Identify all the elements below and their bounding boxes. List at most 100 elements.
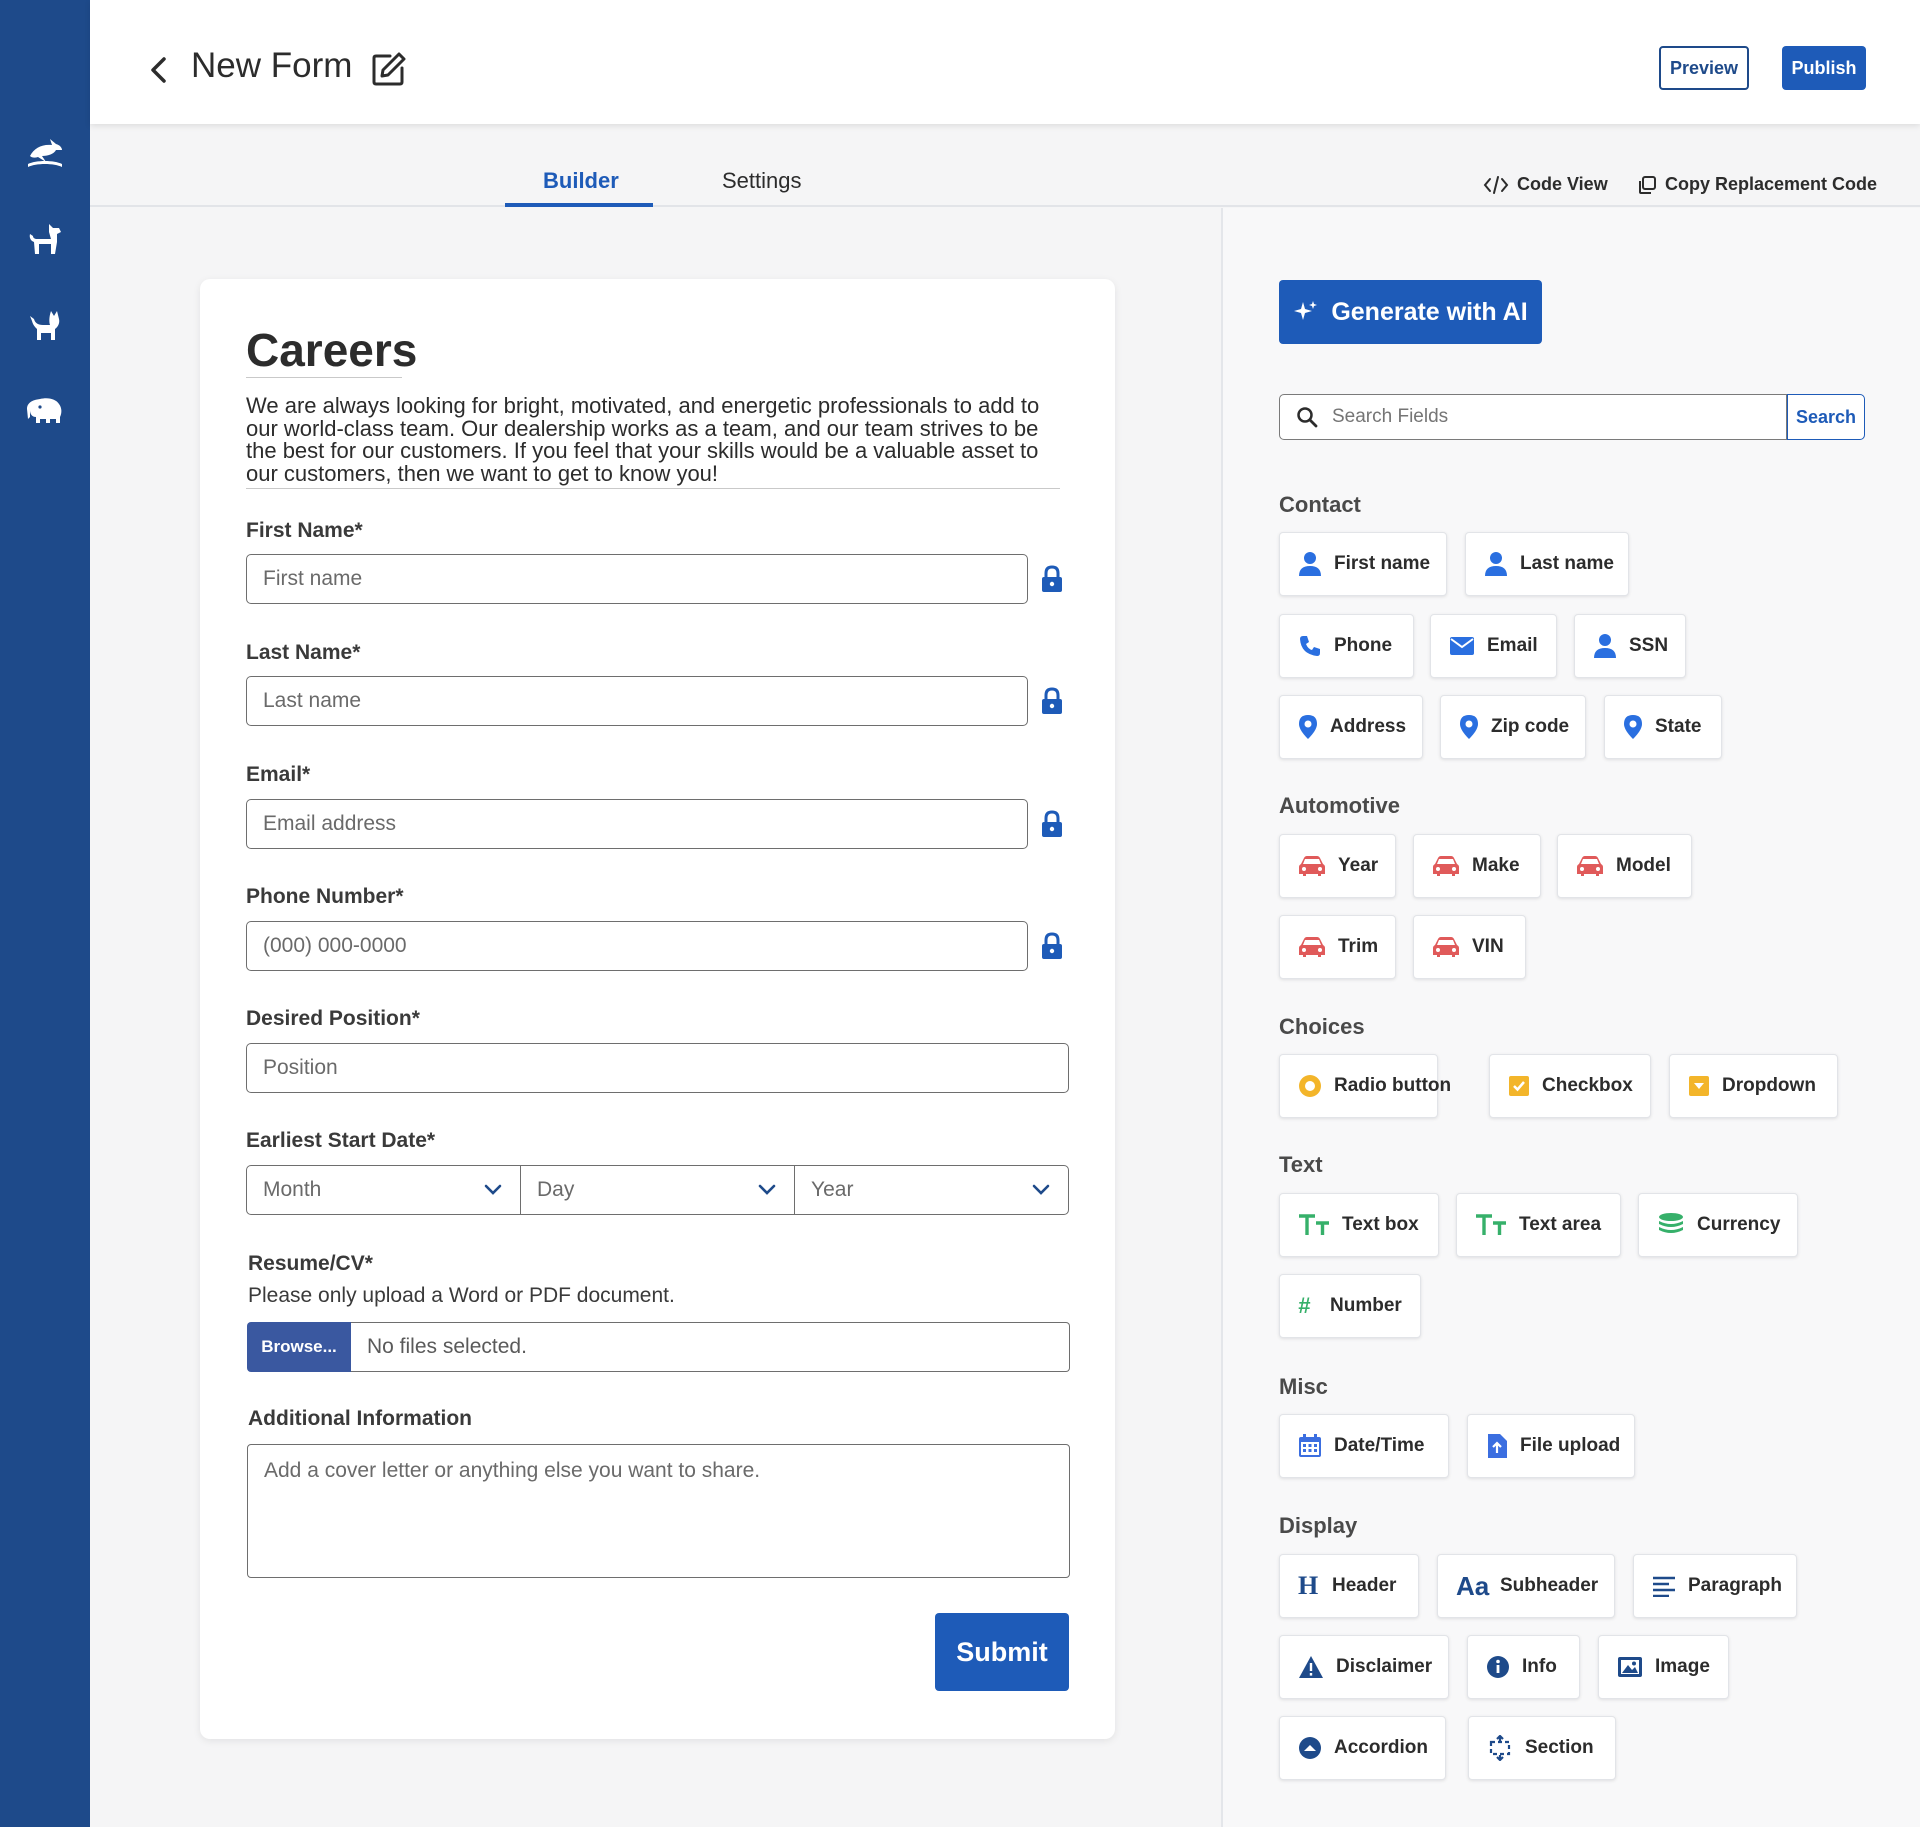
month-select[interactable]: Month bbox=[246, 1165, 521, 1215]
form-heading[interactable]: Careers bbox=[246, 323, 417, 377]
panel-divider bbox=[1221, 208, 1223, 1827]
field-radio-button[interactable]: Radio button bbox=[1279, 1054, 1451, 1118]
accordion-icon bbox=[1299, 1737, 1321, 1759]
preview-button[interactable]: Preview bbox=[1659, 46, 1749, 90]
field-paragraph[interactable]: Paragraph bbox=[1633, 1554, 1797, 1618]
chevron-down-icon bbox=[484, 1184, 502, 1195]
chip-label: Subheader bbox=[1500, 1575, 1599, 1596]
year-select-value: Year bbox=[811, 1178, 854, 1201]
start-date-label: Earliest Start Date* bbox=[246, 1129, 436, 1152]
browse-button[interactable]: Browse... bbox=[247, 1322, 351, 1372]
search-button[interactable]: Search bbox=[1787, 394, 1865, 440]
field-make[interactable]: Make bbox=[1413, 834, 1541, 898]
lock-icon[interactable] bbox=[1039, 809, 1065, 839]
field-ssn[interactable]: SSN bbox=[1574, 614, 1686, 678]
contact-section-title: Contact bbox=[1279, 492, 1361, 517]
back-arrow-icon[interactable] bbox=[142, 50, 174, 90]
field-header[interactable]: H Header bbox=[1279, 1554, 1419, 1618]
lock-icon[interactable] bbox=[1039, 686, 1065, 716]
additional-info-textarea[interactable]: Add a cover letter or anything else you … bbox=[247, 1444, 1070, 1578]
chip-label: VIN bbox=[1472, 936, 1504, 957]
position-input[interactable]: Position bbox=[246, 1043, 1069, 1093]
chip-label: Currency bbox=[1697, 1214, 1781, 1235]
field-last-name[interactable]: Last name bbox=[1465, 532, 1629, 596]
field-subheader[interactable]: Aa Subheader bbox=[1437, 1554, 1615, 1618]
tab-builder[interactable]: Builder bbox=[543, 168, 619, 194]
chip-label: Header bbox=[1332, 1575, 1397, 1596]
field-trim[interactable]: Trim bbox=[1279, 915, 1396, 979]
edit-pencil-icon[interactable] bbox=[370, 50, 410, 90]
chevron-down-icon bbox=[758, 1184, 776, 1195]
map-pin-icon bbox=[1299, 715, 1317, 739]
field-file-upload[interactable]: File upload bbox=[1467, 1414, 1635, 1478]
code-view-label: Code View bbox=[1517, 174, 1608, 194]
car-icon bbox=[1299, 937, 1325, 957]
generate-with-ai-label: Generate with AI bbox=[1331, 297, 1528, 326]
field-address[interactable]: Address bbox=[1279, 695, 1423, 759]
cat-icon[interactable] bbox=[26, 306, 64, 344]
person-icon bbox=[1485, 552, 1507, 576]
generate-with-ai-button[interactable]: Generate with AI bbox=[1279, 280, 1542, 344]
field-checkbox[interactable]: Checkbox bbox=[1489, 1054, 1651, 1118]
car-icon bbox=[1433, 856, 1459, 876]
copy-icon bbox=[1639, 175, 1656, 194]
field-state[interactable]: State bbox=[1604, 695, 1722, 759]
chip-label: SSN bbox=[1629, 635, 1669, 656]
chip-label: Dropdown bbox=[1722, 1075, 1816, 1096]
email-input[interactable]: Email address bbox=[246, 799, 1028, 849]
field-first-name[interactable]: First name bbox=[1279, 532, 1447, 596]
search-icon bbox=[1297, 407, 1318, 428]
field-image[interactable]: Image bbox=[1598, 1635, 1729, 1699]
publish-button[interactable]: Publish bbox=[1782, 46, 1866, 90]
last-name-input[interactable]: Last name bbox=[246, 676, 1028, 726]
search-fields-input[interactable] bbox=[1332, 406, 1732, 428]
chip-label: Text box bbox=[1342, 1214, 1419, 1235]
field-year[interactable]: Year bbox=[1279, 834, 1396, 898]
field-text-box[interactable]: Text box bbox=[1279, 1193, 1439, 1257]
lock-icon[interactable] bbox=[1039, 564, 1065, 594]
year-select[interactable]: Year bbox=[794, 1165, 1069, 1215]
active-tab-indicator bbox=[505, 203, 653, 207]
envelope-icon bbox=[1450, 637, 1474, 655]
field-accordion[interactable]: Accordion bbox=[1279, 1716, 1446, 1780]
field-model[interactable]: Model bbox=[1557, 834, 1692, 898]
file-status: No files selected. bbox=[351, 1322, 1070, 1372]
chip-label: First name bbox=[1334, 553, 1431, 574]
submit-button[interactable]: Submit bbox=[935, 1613, 1069, 1691]
field-email[interactable]: Email bbox=[1430, 614, 1557, 678]
field-number[interactable]: # Number bbox=[1279, 1274, 1421, 1338]
search-fields-box[interactable] bbox=[1279, 394, 1787, 440]
email-label: Email* bbox=[246, 763, 311, 786]
car-icon bbox=[1433, 937, 1459, 957]
field-phone[interactable]: Phone bbox=[1279, 614, 1414, 678]
tab-settings[interactable]: Settings bbox=[722, 168, 802, 194]
chip-label: State bbox=[1655, 716, 1702, 737]
field-dropdown[interactable]: Dropdown bbox=[1669, 1054, 1838, 1118]
coins-icon bbox=[1659, 1213, 1683, 1233]
first-name-input[interactable]: First name bbox=[246, 554, 1028, 604]
chip-label: Year bbox=[1338, 855, 1379, 876]
field-date-time[interactable]: Date/Time bbox=[1279, 1414, 1449, 1478]
field-disclaimer[interactable]: Disclaimer bbox=[1279, 1635, 1449, 1699]
section-icon bbox=[1489, 1735, 1511, 1761]
month-select-value: Month bbox=[263, 1178, 322, 1201]
field-text-area[interactable]: Text area bbox=[1456, 1193, 1621, 1257]
dolphin-icon[interactable] bbox=[26, 134, 64, 172]
chevron-down-icon bbox=[1032, 1184, 1050, 1195]
elephant-icon[interactable] bbox=[26, 392, 64, 430]
lock-icon[interactable] bbox=[1039, 931, 1065, 961]
copy-replacement-code-link[interactable]: Copy Replacement Code bbox=[1637, 174, 1877, 195]
day-select[interactable]: Day bbox=[520, 1165, 795, 1215]
field-info[interactable]: Info bbox=[1467, 1635, 1580, 1699]
phone-input[interactable]: (000) 000-0000 bbox=[246, 921, 1028, 971]
field-zip-code[interactable]: Zip code bbox=[1440, 695, 1586, 759]
info-icon bbox=[1487, 1656, 1509, 1678]
code-view-link[interactable]: Code View bbox=[1483, 174, 1608, 195]
chip-label: Zip code bbox=[1491, 716, 1570, 737]
form-name-title: New Form bbox=[191, 46, 353, 85]
form-intro-paragraph[interactable]: We are always looking for bright, motiva… bbox=[246, 394, 1066, 485]
dog-icon[interactable] bbox=[26, 220, 64, 258]
field-currency[interactable]: Currency bbox=[1638, 1193, 1798, 1257]
field-section[interactable]: Section bbox=[1468, 1716, 1616, 1780]
field-vin[interactable]: VIN bbox=[1413, 915, 1526, 979]
